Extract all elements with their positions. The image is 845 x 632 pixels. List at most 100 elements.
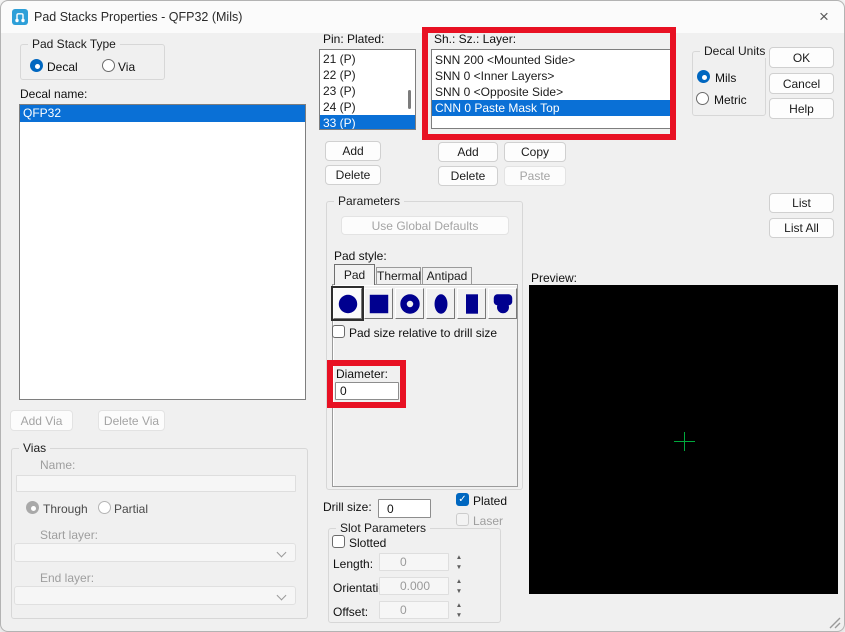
app-logo-icon <box>12 9 28 25</box>
list-all-button[interactable]: List All <box>769 218 834 238</box>
layer-delete-button[interactable]: Delete <box>438 166 498 186</box>
tab-thermal[interactable]: Thermal <box>376 267 421 284</box>
titlebar: Pad Stacks Properties - QFP32 (Mils) × <box>1 1 844 33</box>
odd-pad-icon <box>493 293 512 313</box>
mils-radio[interactable] <box>697 70 710 83</box>
sh-sz-layer-label: Sh.: Sz.: Layer: <box>434 32 517 46</box>
orientation-input <box>379 577 449 595</box>
length-stepper[interactable]: ▲ ▼ <box>453 553 465 572</box>
pin-add-button[interactable]: Add <box>325 141 381 161</box>
delete-via-button[interactable]: Delete Via <box>98 410 165 431</box>
metric-radio[interactable] <box>696 92 709 105</box>
pad-shape-toolbar <box>333 288 517 319</box>
pin-delete-button[interactable]: Delete <box>325 165 381 185</box>
tab-pad[interactable]: Pad <box>334 264 375 285</box>
list-item-pin[interactable]: 24 (P) <box>320 99 415 115</box>
cancel-button[interactable]: Cancel <box>769 73 834 94</box>
pad-shape-square-button[interactable] <box>364 288 393 319</box>
list-button[interactable]: List <box>769 193 834 213</box>
chevron-down-icon <box>276 547 287 558</box>
orientation-stepper[interactable]: ▲ ▼ <box>453 577 465 596</box>
chevron-down-icon <box>276 590 287 601</box>
via-name-input <box>16 475 296 492</box>
metric-radio-label: Metric <box>714 93 747 107</box>
pad-shape-rectangle-button[interactable] <box>457 288 486 319</box>
donut-pad-icon <box>399 293 420 314</box>
pad-shape-ellipse-button[interactable] <box>426 288 455 319</box>
laser-checkbox <box>456 513 469 526</box>
use-global-defaults-button[interactable]: Use Global Defaults <box>341 216 509 235</box>
laser-checkbox-label: Laser <box>473 514 504 528</box>
decal-name-list[interactable]: QFP32 <box>19 104 306 400</box>
slotted-checkbox[interactable] <box>332 535 345 548</box>
list-item-layer-selected[interactable]: CNN 0 Paste Mask Top <box>432 100 670 116</box>
spin-up-icon[interactable]: ▲ <box>456 602 462 609</box>
resize-grip-icon[interactable] <box>826 614 841 629</box>
list-item-pin[interactable]: 21 (P) <box>320 51 415 67</box>
slot-parameters-label: Slot Parameters <box>336 521 431 535</box>
list-item-decal[interactable]: QFP32 <box>20 105 305 122</box>
pad-shape-circle-button[interactable] <box>333 288 362 319</box>
spin-up-icon[interactable]: ▲ <box>456 554 462 561</box>
length-input <box>379 553 449 571</box>
check-icon: ✓ <box>458 494 467 505</box>
length-label: Length: <box>333 557 374 571</box>
mils-radio-label: Mils <box>715 71 737 85</box>
pin-list-scrollbar[interactable] <box>408 90 411 109</box>
window-title: Pad Stacks Properties - QFP32 (Mils) <box>34 10 243 24</box>
list-item-layer[interactable]: SNN 200 <Mounted Side> <box>432 52 670 68</box>
via-name-label: Name: <box>40 458 76 472</box>
decal-units-label: Decal Units <box>700 44 770 58</box>
rectangle-pad-icon <box>465 293 478 314</box>
drill-size-input[interactable] <box>378 499 431 518</box>
pad-stack-type-label: Pad Stack Type <box>28 37 120 51</box>
plated-checkbox[interactable]: ✓ <box>456 493 469 506</box>
circle-pad-icon <box>338 294 357 313</box>
diameter-input[interactable] <box>335 382 399 400</box>
close-icon[interactable]: × <box>812 6 836 28</box>
pad-size-relative-checkbox[interactable] <box>332 325 345 338</box>
layer-paste-button[interactable]: Paste <box>504 166 566 186</box>
spin-up-icon[interactable]: ▲ <box>456 578 462 585</box>
pad-stacks-properties-dialog: Pad Stacks Properties - QFP32 (Mils) × P… <box>0 0 845 632</box>
parameters-group-label: Parameters <box>334 194 405 208</box>
list-item-pin-selected[interactable]: 33 (P) <box>320 115 415 129</box>
partial-radio-label: Partial <box>114 502 149 516</box>
offset-stepper[interactable]: ▲ ▼ <box>453 601 465 620</box>
layer-add-button[interactable]: Add <box>438 142 498 162</box>
partial-radio <box>98 501 111 514</box>
vias-group-label: Vias <box>19 441 51 455</box>
end-layer-label: End layer: <box>40 571 95 585</box>
diameter-label: Diameter: <box>336 367 389 381</box>
via-radio[interactable] <box>102 59 115 72</box>
pad-shape-odd-button[interactable] <box>488 288 517 319</box>
list-item-pin[interactable]: 23 (P) <box>320 83 415 99</box>
tab-antipad[interactable]: Antipad <box>422 267 472 284</box>
add-via-button[interactable]: Add Via <box>10 410 73 431</box>
list-item-layer[interactable]: SNN 0 <Inner Layers> <box>432 68 670 84</box>
list-item-layer[interactable]: SNN 0 <Opposite Side> <box>432 84 670 100</box>
end-layer-select <box>14 586 296 605</box>
via-radio-label: Via <box>118 60 136 74</box>
pad-shape-donut-button[interactable] <box>395 288 424 319</box>
decal-name-label: Decal name: <box>20 87 88 101</box>
ok-button[interactable]: OK <box>769 47 834 68</box>
pad-size-relative-label: Pad size relative to drill size <box>349 326 498 340</box>
decal-radio-label: Decal <box>47 60 78 74</box>
start-layer-label: Start layer: <box>40 528 99 542</box>
spin-down-icon[interactable]: ▼ <box>456 588 462 595</box>
spin-down-icon[interactable]: ▼ <box>456 564 462 571</box>
decal-radio[interactable] <box>30 59 43 72</box>
ellipse-pad-icon <box>434 293 447 314</box>
list-item-pin[interactable]: 22 (P) <box>320 67 415 83</box>
preview-canvas <box>529 285 838 594</box>
pin-list[interactable]: 21 (P) 22 (P) 23 (P) 24 (P) 33 (P) <box>319 49 416 130</box>
offset-label: Offset: <box>333 605 369 619</box>
layer-copy-button[interactable]: Copy <box>504 142 566 162</box>
pin-plated-label: Pin: Plated: <box>323 32 385 46</box>
spin-down-icon[interactable]: ▼ <box>456 612 462 619</box>
help-button[interactable]: Help <box>769 98 834 119</box>
through-radio <box>26 501 39 514</box>
start-layer-select <box>14 543 296 562</box>
layer-list[interactable]: SNN 200 <Mounted Side> SNN 0 <Inner Laye… <box>431 49 671 129</box>
